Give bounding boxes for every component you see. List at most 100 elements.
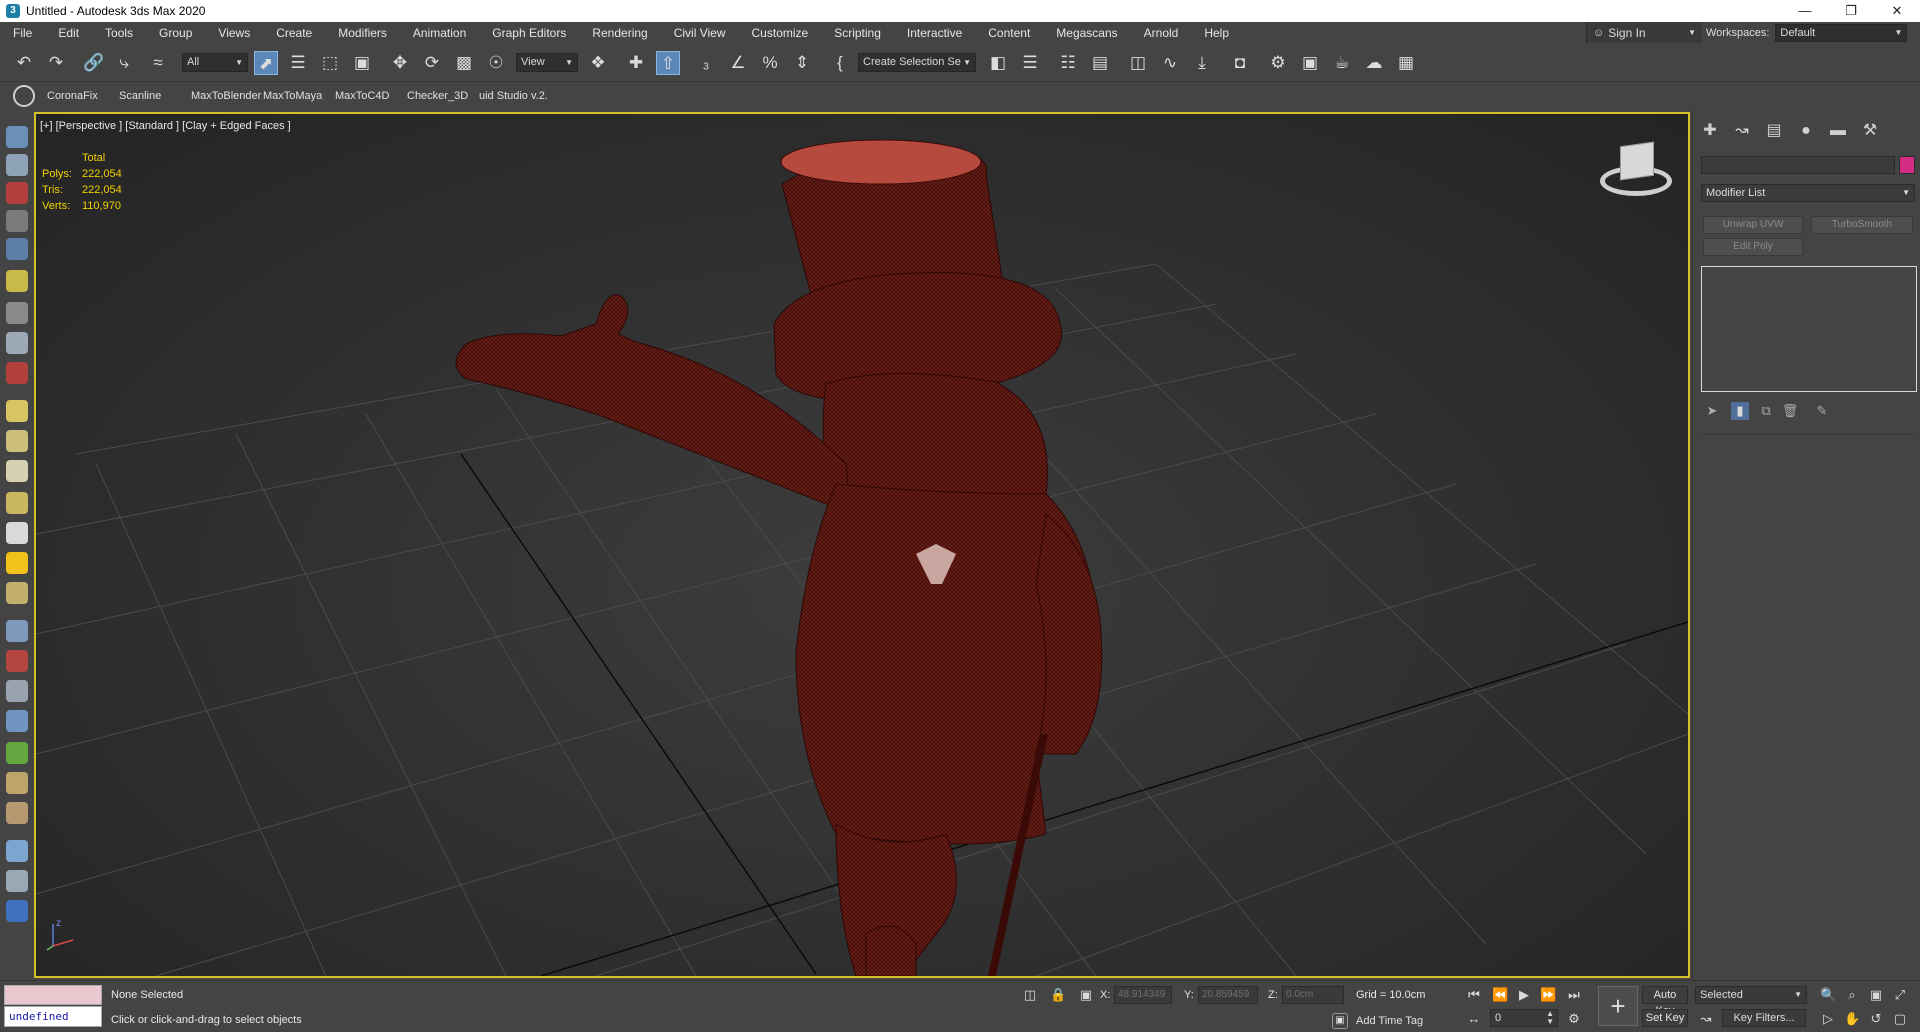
cloth-icon[interactable] bbox=[6, 802, 28, 824]
menu-group[interactable]: Group bbox=[146, 22, 205, 44]
zoom-icon[interactable]: 🔍 bbox=[1820, 987, 1836, 1003]
menu-content[interactable]: Content bbox=[975, 22, 1043, 44]
create-shapes-icon[interactable] bbox=[6, 154, 28, 176]
select-object-icon[interactable]: ⬈ bbox=[254, 51, 278, 75]
shelf-item-scanline[interactable]: Scanline bbox=[119, 90, 191, 102]
close-button[interactable]: ✕ bbox=[1874, 0, 1920, 22]
scene-explorer-icon[interactable]: ▤ bbox=[1088, 51, 1112, 75]
menu-animation[interactable]: Animation bbox=[400, 22, 479, 44]
snaps-toggle-icon[interactable]: ₃ bbox=[694, 51, 718, 75]
workspaces-dropdown[interactable]: Default ▼ bbox=[1775, 24, 1908, 42]
pin-stack-icon[interactable]: ➤ bbox=[1703, 402, 1721, 420]
render-setup-icon[interactable]: ⚙ bbox=[1266, 51, 1290, 75]
layer-explorer-icon[interactable]: ☷ bbox=[1056, 51, 1080, 75]
set-keys-button[interactable]: + bbox=[1598, 986, 1638, 1026]
sun-icon[interactable] bbox=[6, 552, 28, 574]
x-coordinate-field[interactable]: 48.914349 bbox=[1114, 986, 1172, 1004]
current-frame-spinner[interactable]: 0 ▲ ▼ bbox=[1490, 1009, 1558, 1027]
scripting-icon[interactable] bbox=[6, 900, 28, 922]
key-selection-dropdown[interactable]: Selected ▼ bbox=[1695, 986, 1807, 1004]
shelf-refresh-icon[interactable] bbox=[13, 85, 35, 107]
menu-edit[interactable]: Edit bbox=[45, 22, 92, 44]
menu-help[interactable]: Help bbox=[1191, 22, 1242, 44]
previous-frame-icon[interactable]: ⏪ bbox=[1492, 987, 1508, 1003]
menu-interactive[interactable]: Interactive bbox=[894, 22, 975, 44]
sphere-icon[interactable] bbox=[6, 460, 28, 482]
unlink-icon[interactable]: ⤷ bbox=[112, 51, 136, 75]
edit-named-selection-icon[interactable]: { bbox=[828, 51, 852, 75]
orbit-icon[interactable]: ↺ bbox=[1868, 1011, 1884, 1027]
shelf-item-coronafix[interactable]: CoronaFix bbox=[47, 90, 119, 102]
viewcube[interactable] bbox=[1596, 141, 1676, 204]
configure-modifier-sets-icon[interactable]: ✎ bbox=[1813, 402, 1831, 420]
menu-modifiers[interactable]: Modifiers bbox=[325, 22, 400, 44]
modifier-stack[interactable] bbox=[1701, 266, 1917, 392]
hair-fur-icon[interactable] bbox=[6, 772, 28, 794]
spinner-snap-icon[interactable]: ⇕ bbox=[790, 51, 814, 75]
minimize-button[interactable]: — bbox=[1782, 0, 1828, 22]
key-filters-button[interactable]: Key Filters... bbox=[1722, 1009, 1806, 1027]
shelf-item-maxtoblender[interactable]: MaxToBlender bbox=[191, 90, 263, 102]
maxscript-listener-output[interactable] bbox=[4, 985, 102, 1005]
key-mode-toggle-icon[interactable]: ↔ bbox=[1466, 1011, 1482, 1027]
menu-tools[interactable]: Tools bbox=[92, 22, 146, 44]
curve-editor-icon[interactable]: ∿ bbox=[1158, 51, 1182, 75]
shelf-item-checker-3d[interactable]: Checker_3D bbox=[407, 90, 479, 102]
menu-civil-view[interactable]: Civil View bbox=[661, 22, 739, 44]
percent-snap-icon[interactable]: % bbox=[758, 51, 782, 75]
create-lights-icon[interactable] bbox=[6, 182, 28, 204]
field-of-view-icon[interactable]: ▷ bbox=[1820, 1011, 1836, 1027]
menu-scripting[interactable]: Scripting bbox=[821, 22, 894, 44]
default-in-out-tangents-icon[interactable]: ↝ bbox=[1698, 1011, 1714, 1027]
viewport-label[interactable]: [+] [Perspective ] [Standard ] [Clay + E… bbox=[40, 120, 291, 132]
place-icon[interactable]: ☉ bbox=[484, 51, 508, 75]
keyboard-shortcut-override-icon[interactable]: ⇧ bbox=[656, 51, 680, 75]
character-mesh[interactable] bbox=[455, 139, 1103, 976]
object-color-swatch[interactable] bbox=[1899, 156, 1915, 174]
dome-icon[interactable] bbox=[6, 430, 28, 452]
rectangular-selection-icon[interactable]: ⬚ bbox=[318, 51, 342, 75]
window-crossing-icon[interactable]: ▣ bbox=[350, 51, 374, 75]
bind-space-warp-icon[interactable]: ≈ bbox=[146, 51, 170, 75]
create-tab-icon[interactable]: ✚ bbox=[1699, 120, 1721, 142]
edit-poly-button[interactable]: Edit Poly bbox=[1703, 238, 1803, 256]
zoom-extents-icon[interactable]: ▣ bbox=[1868, 987, 1884, 1003]
motion-tab-icon[interactable]: ● bbox=[1795, 120, 1817, 142]
select-manipulate-icon[interactable]: ✚ bbox=[624, 51, 648, 75]
shelf-item-maxtomaya[interactable]: MaxToMaya bbox=[263, 90, 335, 102]
zoom-extents-all-icon[interactable]: ⤢ bbox=[1892, 987, 1908, 1003]
turbosmooth-button[interactable]: TurboSmooth bbox=[1811, 216, 1913, 234]
schematic-view-icon[interactable]: ⤓ bbox=[1190, 51, 1214, 75]
create-geometry-icon[interactable] bbox=[6, 126, 28, 148]
modify-tab-icon[interactable]: ↝ bbox=[1731, 120, 1753, 142]
grid-object-icon[interactable] bbox=[6, 620, 28, 642]
maximize-button[interactable]: ❐ bbox=[1828, 0, 1874, 22]
sign-in-dropdown[interactable]: ☺ Sign In ▼ bbox=[1586, 22, 1702, 43]
next-frame-icon[interactable]: ⏩ bbox=[1540, 987, 1556, 1003]
rotate-icon[interactable]: ⟳ bbox=[420, 51, 444, 75]
angle-snap-icon[interactable]: ∠ bbox=[726, 51, 750, 75]
make-unique-icon[interactable]: ⧉ bbox=[1757, 402, 1775, 420]
go-to-start-icon[interactable]: ⏮ bbox=[1466, 987, 1482, 1003]
plane-icon[interactable] bbox=[6, 400, 28, 422]
show-end-result-icon[interactable]: ▮ bbox=[1731, 402, 1749, 420]
viewcube-box[interactable] bbox=[1620, 141, 1654, 181]
skylight-icon[interactable] bbox=[6, 582, 28, 604]
rendered-frame-window-icon[interactable]: ▣ bbox=[1298, 51, 1322, 75]
perspective-viewport[interactable]: z [+] [Perspective ] [Standard ] [Clay +… bbox=[34, 112, 1690, 978]
mesh-icon[interactable] bbox=[6, 680, 28, 702]
render-camera-icon[interactable] bbox=[6, 362, 28, 384]
move-icon[interactable]: ✥ bbox=[388, 51, 412, 75]
particle-icon[interactable] bbox=[6, 650, 28, 672]
teapot-icon[interactable] bbox=[6, 492, 28, 514]
pan-view-icon[interactable]: ✋ bbox=[1844, 1011, 1860, 1027]
time-configuration-icon[interactable]: ⚙ bbox=[1566, 1011, 1582, 1027]
remove-modifier-icon[interactable]: 🗑 bbox=[1781, 402, 1799, 420]
object-name-field[interactable] bbox=[1701, 156, 1895, 174]
undo-icon[interactable]: ↶ bbox=[12, 51, 36, 75]
ribbon-icon[interactable]: ◫ bbox=[1126, 51, 1150, 75]
set-key-button[interactable]: Set Key bbox=[1642, 1009, 1688, 1027]
selection-lock-icon[interactable]: 🔒 bbox=[1050, 987, 1066, 1003]
maximize-viewport-icon[interactable]: ▢ bbox=[1892, 1011, 1908, 1027]
selection-filter-dropdown[interactable]: All ▼ bbox=[182, 53, 248, 72]
